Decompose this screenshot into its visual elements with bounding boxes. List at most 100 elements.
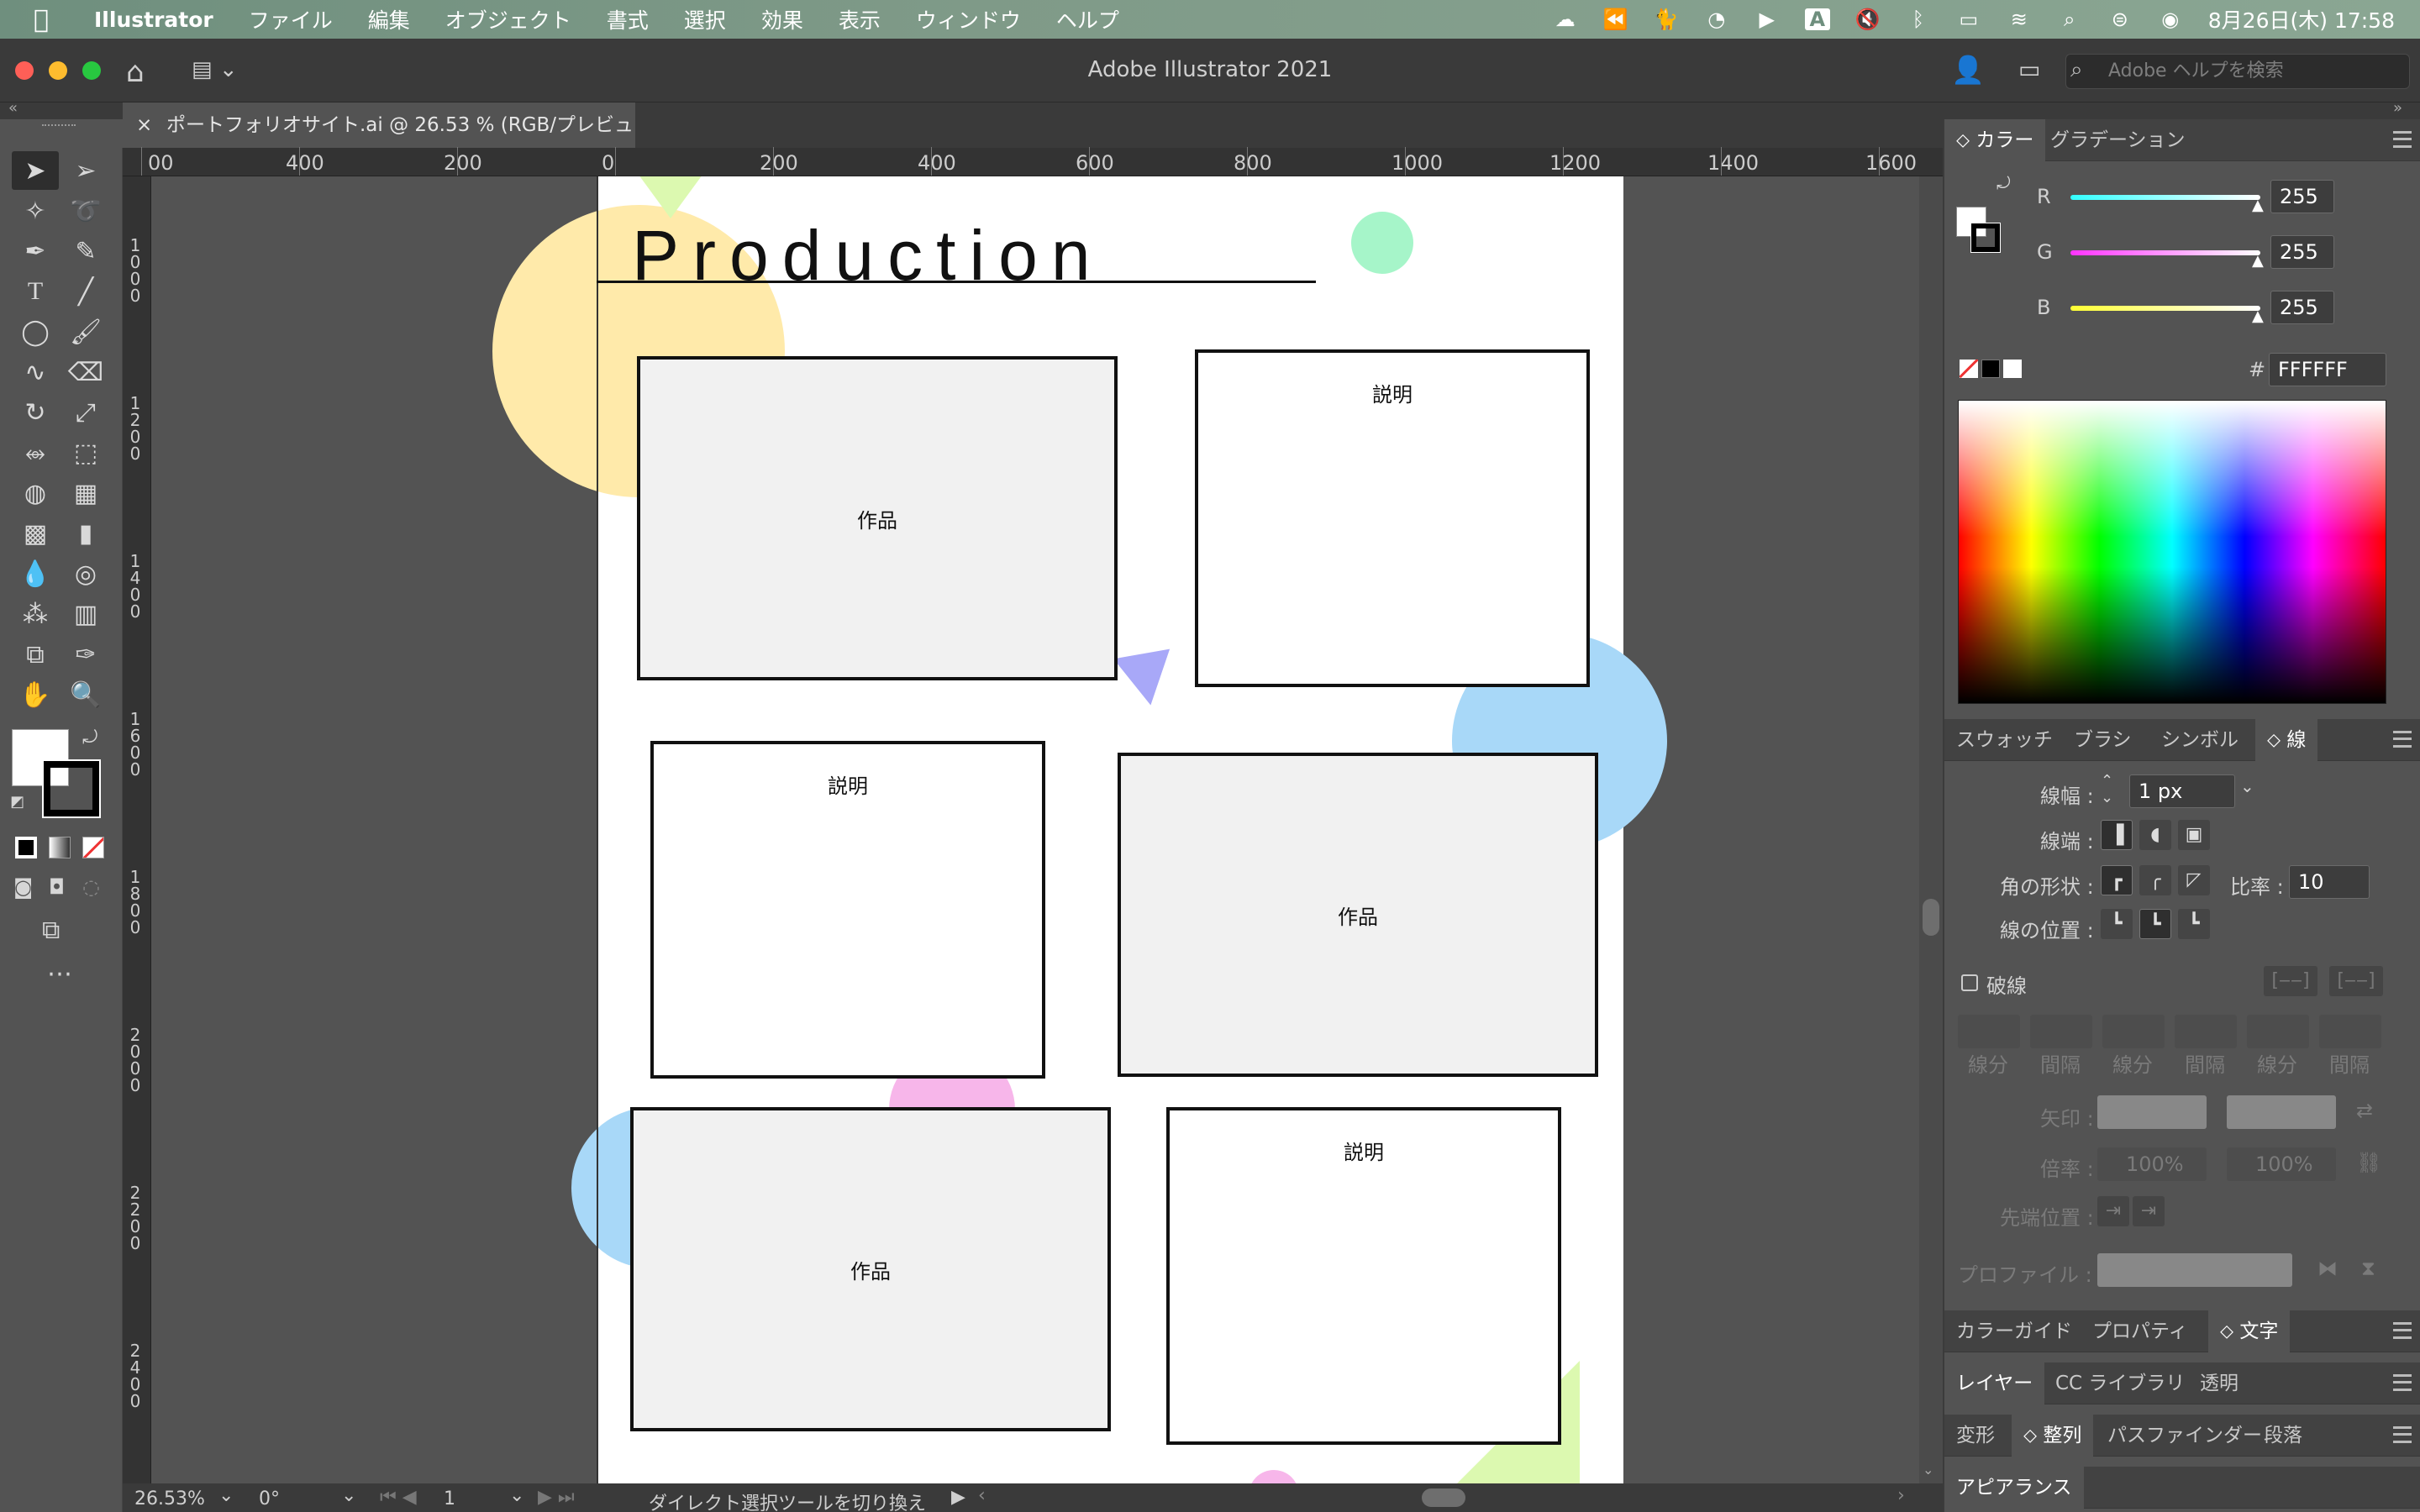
description-card-3[interactable]: 説明 xyxy=(1166,1107,1561,1445)
creative-cloud-icon[interactable]: ☁ xyxy=(1553,8,1578,30)
gap-2-input[interactable] xyxy=(2175,1015,2237,1048)
menu-edit[interactable]: 編集 xyxy=(368,4,410,34)
account-icon[interactable]: 👤 xyxy=(1951,54,1985,86)
zoom-dropdown-icon[interactable]: ⌄ xyxy=(218,1485,234,1506)
blend-tool-icon[interactable]: ◎ xyxy=(62,554,109,593)
start-scale-input[interactable]: 100% xyxy=(2097,1147,2207,1181)
round-join-button[interactable]: ╭ xyxy=(2139,865,2171,895)
pink-circle-shape-bottom[interactable] xyxy=(1249,1470,1299,1483)
start-arrow-select[interactable] xyxy=(2097,1095,2207,1129)
black-swatch[interactable] xyxy=(1981,360,2000,378)
default-fill-stroke-icon[interactable]: ◩ xyxy=(10,793,24,811)
zoom-tool-icon[interactable]: 🔍 xyxy=(62,675,109,714)
last-artboard-icon[interactable]: ▶ ⏭ xyxy=(538,1487,575,1508)
white-swatch[interactable] xyxy=(2003,360,2022,378)
gradient-tool-icon[interactable]: ▮ xyxy=(62,514,109,553)
selection-tool-icon[interactable]: ➤ xyxy=(12,151,59,190)
battery-icon[interactable]: ▭ xyxy=(1956,8,1981,30)
close-tab-icon[interactable]: × xyxy=(136,102,152,148)
line-tool-icon[interactable]: ╱ xyxy=(62,272,109,311)
tab-cc-libraries[interactable]: CC ライブラリ xyxy=(2044,1362,2196,1404)
flip-along-icon[interactable]: ⧓ xyxy=(2317,1257,2338,1280)
none-mode-button[interactable] xyxy=(82,837,104,858)
gap-3-input[interactable] xyxy=(2319,1015,2381,1048)
b-slider[interactable] xyxy=(2070,306,2260,311)
help-search-input[interactable]: Adobe ヘルプを検索 xyxy=(2065,54,2410,89)
tab-properties[interactable]: プロパティ xyxy=(2081,1310,2200,1352)
artboard-number-input[interactable]: 1 xyxy=(444,1488,455,1509)
g-value-input[interactable]: 255 xyxy=(2270,235,2334,269)
g-slider[interactable] xyxy=(2070,250,2260,255)
scroll-thumb[interactable] xyxy=(1923,899,1939,936)
butt-cap-button[interactable]: ▐ xyxy=(2101,820,2133,850)
tab-symbols[interactable]: シンボル xyxy=(2149,719,2250,761)
draw-behind-icon[interactable]: ◘ xyxy=(49,875,65,899)
menu-help[interactable]: ヘルプ xyxy=(1056,4,1119,34)
hex-input[interactable]: FFFFFF xyxy=(2269,353,2386,386)
color-spectrum[interactable] xyxy=(1958,400,2386,704)
sync-icon[interactable]: ◔ xyxy=(1704,8,1729,30)
artboard-dropdown-icon[interactable]: ⌄ xyxy=(509,1485,524,1506)
play-icon[interactable]: ▶ xyxy=(1754,8,1780,30)
miter-join-button[interactable]: ┏ xyxy=(2101,865,2133,895)
b-slider-handle[interactable]: ▲ xyxy=(2252,307,2264,325)
panel-menu-icon[interactable] xyxy=(2393,1322,2412,1339)
green-circle-shape[interactable] xyxy=(1351,212,1413,274)
scroll-down-icon[interactable]: ⌄ xyxy=(1923,1462,1933,1478)
scale-tool-icon[interactable]: ⤢ xyxy=(62,393,109,432)
paintbrush-tool-icon[interactable]: 🖌 xyxy=(62,312,109,351)
menu-view[interactable]: 表示 xyxy=(839,4,881,34)
hand-tool-icon[interactable]: ✋ xyxy=(12,675,59,714)
edit-toolbar-icon[interactable]: ⋯ xyxy=(47,959,72,989)
menu-effect[interactable]: 効果 xyxy=(761,4,803,34)
projecting-cap-button[interactable]: ▣ xyxy=(2178,820,2210,850)
menu-object[interactable]: オブジェクト xyxy=(445,4,571,34)
lasso-tool-icon[interactable]: ➰ xyxy=(62,192,109,230)
tab-swatches[interactable]: スウォッチ xyxy=(1944,719,2065,761)
bevel-join-button[interactable]: ◸ xyxy=(2178,865,2210,895)
horizontal-scroll-thumb[interactable] xyxy=(1422,1488,1465,1507)
menubar-clock[interactable]: 8月26日(木) 17:58 xyxy=(2208,4,2395,34)
round-cap-button[interactable]: ◖ xyxy=(2139,820,2171,850)
profile-select[interactable] xyxy=(2097,1253,2292,1287)
scroll-left-icon[interactable]: ‹ xyxy=(978,1485,986,1506)
tab-stroke[interactable]: ⬦ 線 xyxy=(2255,719,2318,761)
collapse-left-icon[interactable]: « xyxy=(8,99,18,117)
cat-icon[interactable]: 🐈 xyxy=(1654,8,1679,30)
weight-stepper-icon[interactable]: ⌃ ⌄ xyxy=(2101,773,2113,806)
control-center-icon[interactable]: ⊜ xyxy=(2107,8,2133,30)
color-mode-button[interactable] xyxy=(15,837,37,858)
symbol-sprayer-tool-icon[interactable]: ⁂ xyxy=(12,595,59,633)
tab-paragraph[interactable]: 段落 xyxy=(2252,1415,2314,1457)
screen-mode-icon[interactable]: ⧉ xyxy=(42,916,60,945)
tab-transparency[interactable]: 透明 xyxy=(2188,1362,2250,1404)
align-center-button[interactable]: ┗ xyxy=(2101,909,2133,939)
eyedropper-tool-icon[interactable]: 💧 xyxy=(12,554,59,593)
stroke-swatch[interactable] xyxy=(42,759,101,818)
description-card-2[interactable]: 説明 xyxy=(650,741,1045,1079)
perspective-grid-tool-icon[interactable]: ▦ xyxy=(62,474,109,512)
tab-layers[interactable]: レイヤー xyxy=(1944,1362,2045,1404)
mute-icon[interactable]: 🔇 xyxy=(1855,8,1881,30)
arrange-documents-icon[interactable]: ▭ xyxy=(2018,55,2040,83)
shaper-tool-icon[interactable]: ∿ xyxy=(12,353,59,391)
column-graph-tool-icon[interactable]: ▥ xyxy=(62,595,109,633)
spotlight-search-icon[interactable]: ⌕ xyxy=(2057,8,2082,30)
gradient-mode-button[interactable] xyxy=(49,837,71,858)
menu-window[interactable]: ウィンドウ xyxy=(916,4,1021,34)
wifi-icon[interactable]: ≋ xyxy=(2007,8,2032,30)
shape-builder-tool-icon[interactable]: ◍ xyxy=(12,474,59,512)
rotation-dropdown-icon[interactable]: ⌄ xyxy=(341,1485,356,1506)
gap-1-input[interactable] xyxy=(2030,1015,2092,1048)
dash-3-input[interactable] xyxy=(2247,1015,2309,1048)
artboard-tool-icon[interactable]: ⧉ xyxy=(12,635,59,674)
ellipse-tool-icon[interactable]: ◯ xyxy=(12,312,59,351)
canvas-area[interactable]: Production 作品 説明 説明 作品 作品 説明 ⌄ xyxy=(151,176,1943,1483)
magic-wand-tool-icon[interactable]: ✧ xyxy=(12,192,59,230)
input-mode-icon[interactable]: A xyxy=(1804,8,1830,30)
dashed-checkbox[interactable] xyxy=(1961,974,1978,991)
app-menu[interactable]: Illustrator xyxy=(94,8,213,32)
first-artboard-icon[interactable]: ⏮ ◀ xyxy=(380,1487,417,1508)
r-value-input[interactable]: 255 xyxy=(2270,180,2334,213)
work-card-3[interactable]: 作品 xyxy=(630,1107,1111,1431)
